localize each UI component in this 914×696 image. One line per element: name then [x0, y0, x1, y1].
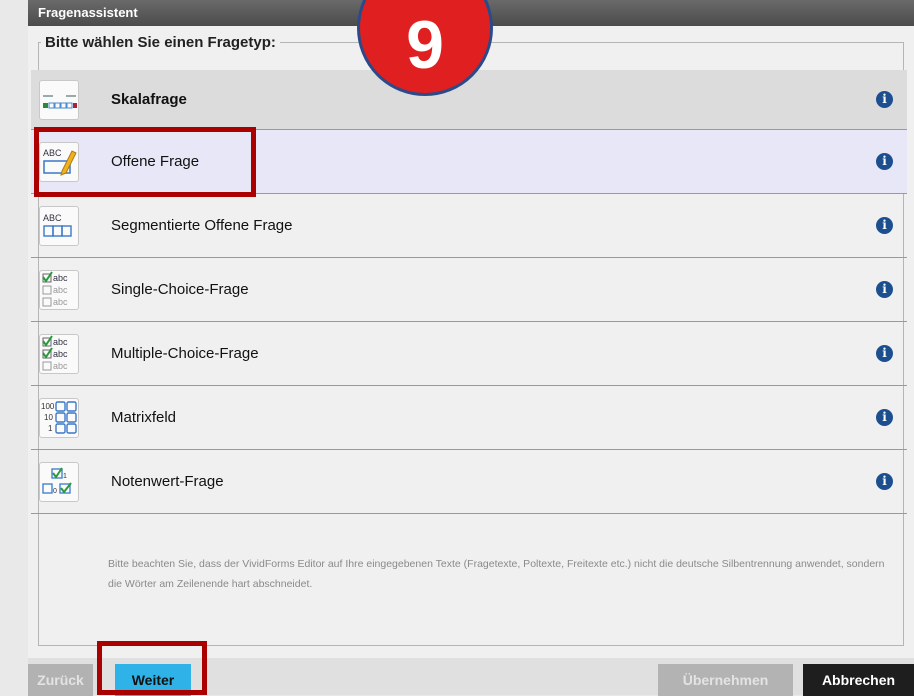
matrix-field-icon: 100 10 1	[39, 398, 79, 438]
question-type-label: Skalafrage	[111, 91, 187, 108]
question-type-label: Matrixfeld	[111, 409, 177, 426]
icon-choice-text: abc	[53, 349, 68, 359]
info-icon[interactable]: i	[876, 153, 893, 170]
info-icon[interactable]: i	[876, 281, 893, 298]
icon-choice-text: abc	[53, 297, 68, 307]
highlight-open-question	[34, 127, 256, 197]
icon-matrix-1: 1	[48, 424, 53, 433]
info-icon[interactable]: i	[876, 473, 893, 490]
question-type-grade-value[interactable]: 1 0 Notenwert-Frage i	[31, 450, 907, 514]
question-type-matrix[interactable]: 100 10 1 Matrixfeld i	[31, 386, 907, 450]
info-icon[interactable]: i	[876, 217, 893, 234]
question-type-segmented-open[interactable]: ABC Segmentierte Offene Frage i	[31, 194, 907, 258]
icon-choice-text: abc	[53, 273, 68, 283]
icon-choice-text: abc	[53, 337, 68, 347]
question-type-label: Segmentierte Offene Frage	[111, 217, 293, 234]
icon-matrix-100: 100	[41, 402, 55, 411]
segmented-open-question-icon: ABC	[39, 206, 79, 246]
highlight-next-button	[97, 641, 207, 695]
cancel-button[interactable]: Abbrechen	[803, 664, 914, 696]
back-button[interactable]: Zurück	[28, 664, 93, 696]
icon-matrix-10: 10	[44, 413, 53, 422]
question-type-multiple-choice[interactable]: abc abc abc Multiple-Choice-Frage i	[31, 322, 907, 386]
info-icon[interactable]: i	[876, 91, 893, 108]
question-type-label: Notenwert-Frage	[111, 473, 224, 490]
icon-abc-text: ABC	[43, 213, 62, 223]
single-choice-icon: abc abc abc	[39, 270, 79, 310]
icon-choice-text: abc	[53, 361, 68, 371]
scale-question-icon	[39, 80, 79, 120]
apply-button[interactable]: Übernehmen	[658, 664, 793, 696]
icon-choice-text: abc	[53, 285, 68, 295]
multiple-choice-icon: abc abc abc	[39, 334, 79, 374]
icon-grade-1: 1	[63, 473, 67, 480]
question-type-label: Multiple-Choice-Frage	[111, 345, 259, 362]
info-icon[interactable]: i	[876, 345, 893, 362]
icon-grade-0: 0	[53, 488, 57, 495]
hyphenation-note: Bitte beachten Sie, dass der VividForms …	[108, 558, 885, 590]
group-legend: Bitte wählen Sie einen Fragetyp:	[45, 34, 276, 51]
question-type-label: Single-Choice-Frage	[111, 281, 249, 298]
question-type-single-choice[interactable]: abc abc abc Single-Choice-Frage i	[31, 258, 907, 322]
info-icon[interactable]: i	[876, 409, 893, 426]
grade-value-icon: 1 0	[39, 462, 79, 502]
